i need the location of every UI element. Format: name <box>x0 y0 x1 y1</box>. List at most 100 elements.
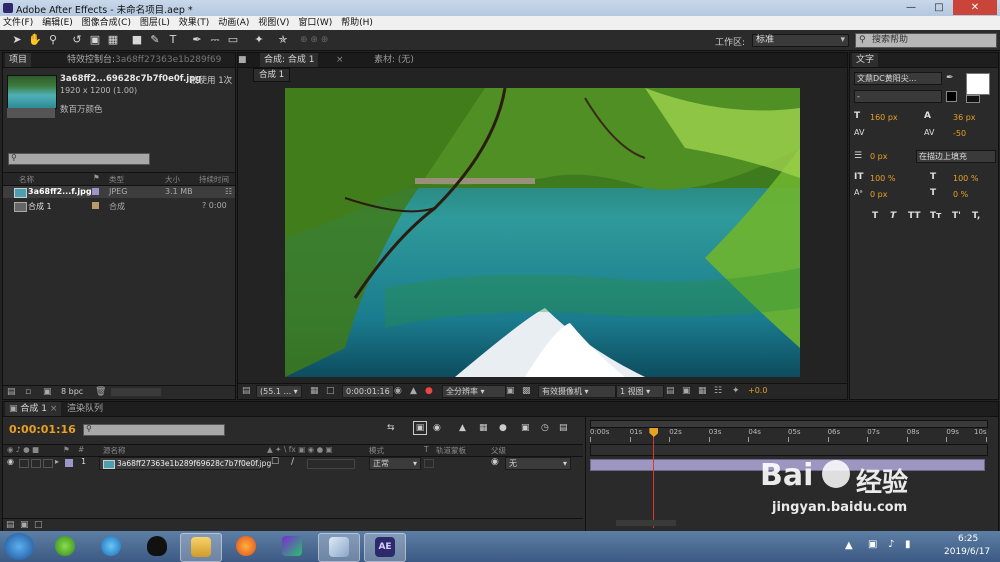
tracking-value[interactable]: -50 <box>953 129 966 138</box>
header-name[interactable]: 名称 <box>19 174 34 185</box>
preserve-transparency-toggle[interactable] <box>424 459 434 468</box>
resolution-select[interactable]: 全分辨率 ▾ <box>442 385 506 398</box>
zoom-tool-icon[interactable]: ⚲ <box>46 33 60 47</box>
vertical-scale-value[interactable]: 100 % <box>870 174 895 183</box>
camera-tool-icon[interactable]: ▣ <box>88 33 102 47</box>
battery-icon[interactable]: ▮ <box>905 539 911 550</box>
live-update-icon[interactable]: ▣ <box>413 421 427 435</box>
header-type[interactable]: 类型 <box>109 174 124 185</box>
search-help-input[interactable]: ⚲ 搜索帮助 <box>855 33 997 48</box>
lock-toggle[interactable] <box>43 459 53 468</box>
shy-switch-icon[interactable]: ☐ <box>271 457 279 467</box>
tab-character[interactable]: 文字 <box>852 53 879 67</box>
list-item[interactable]: 合成 1 合成 ? 0:00 <box>3 200 235 212</box>
font-style-select[interactable]: - <box>854 90 942 103</box>
font-family-select[interactable]: 文鼎DC黄阳尖... <box>854 72 942 85</box>
clock-time[interactable]: 6:25 <box>958 534 978 544</box>
flowchart-icon[interactable]: ☷ <box>714 386 722 396</box>
type-tool-icon[interactable]: T <box>166 33 180 47</box>
tray-up-arrow-icon[interactable]: ▲ <box>845 540 853 551</box>
rotate-tool-icon[interactable]: ↺ <box>70 33 84 47</box>
hand-tool-icon[interactable]: ✋ <box>28 33 42 47</box>
eraser-tool-icon[interactable]: ▭ <box>226 33 240 47</box>
parent-pick-whip-icon[interactable]: ◉ <box>491 457 499 467</box>
timeline-timecode[interactable]: 0:00:01:16 <box>9 423 76 436</box>
close-tab-icon[interactable]: × <box>50 404 58 414</box>
taskbar-app-after-effects[interactable]: AE <box>364 533 406 562</box>
current-time-display[interactable]: 0:00:01:16 <box>342 385 394 398</box>
minimize-button[interactable]: — <box>897 0 925 15</box>
new-folder-icon[interactable]: ▫ <box>25 387 31 397</box>
menu-edit[interactable]: 编辑(E) <box>39 16 76 30</box>
always-preview-icon[interactable]: ▤ <box>242 386 251 396</box>
lock-icon[interactable]: ■ <box>238 53 247 67</box>
fill-color-swatch[interactable] <box>966 73 990 95</box>
volume-icon[interactable]: ♪ <box>888 539 894 550</box>
exposure-icon[interactable]: ✦ <box>732 386 740 396</box>
close-tab-icon[interactable]: × <box>332 53 348 67</box>
toggle-in-out-icon[interactable]: □ <box>34 520 43 530</box>
exposure-value[interactable]: +0.0 <box>748 386 767 395</box>
header-duration[interactable]: 持续时间 <box>199 174 229 185</box>
faux-italic-button[interactable]: T <box>890 211 896 221</box>
interpret-footage-icon[interactable]: ▤ <box>7 387 16 397</box>
toggle-pixel-aspect-icon[interactable]: ▤ <box>666 386 675 396</box>
tab-project[interactable]: 项目 <box>5 53 32 67</box>
subscript-button[interactable]: T, <box>972 211 980 221</box>
roto-brush-tool-icon[interactable]: ✦ <box>252 33 266 47</box>
horizontal-scale-value[interactable]: 100 % <box>953 174 978 183</box>
leading-value[interactable]: 36 px <box>953 113 976 122</box>
transparency-grid-icon[interactable]: ▩ <box>522 386 531 396</box>
toggle-switches-icon[interactable]: ▤ <box>6 520 15 530</box>
menu-effect[interactable]: 效果(T) <box>176 16 213 30</box>
view-layout-select[interactable]: 1 视图 ▾ <box>616 385 664 398</box>
project-search-input[interactable]: ⚲ <box>8 153 150 165</box>
shy-layers-icon[interactable]: ▲ <box>459 423 466 433</box>
no-color-swatch[interactable] <box>966 95 980 103</box>
layer-switches[interactable] <box>307 459 355 469</box>
graph-editor-icon[interactable]: ▣ <box>521 423 530 433</box>
camera-select[interactable]: 有效摄像机 ▾ <box>538 385 616 398</box>
tab-render-queue[interactable]: 渲染队列 <box>63 402 107 416</box>
zoom-slider[interactable] <box>616 520 676 526</box>
font-size-value[interactable]: 160 px <box>870 113 898 122</box>
stroke-width-value[interactable]: 0 px <box>870 152 887 161</box>
taskbar-app-360-browser[interactable] <box>45 533 85 560</box>
all-caps-button[interactable]: TT <box>908 211 921 221</box>
timeline-icon[interactable]: ▦ <box>698 386 707 396</box>
work-area-bar[interactable] <box>590 420 988 428</box>
mode-header[interactable]: 模式 <box>369 445 384 456</box>
quality-switch-icon[interactable]: / <box>291 457 294 467</box>
source-name-header[interactable]: 源名称 <box>103 445 126 456</box>
show-snapshot-icon[interactable]: ▲ <box>410 386 417 396</box>
network-icon[interactable]: ▣ <box>868 539 877 550</box>
eye-icon[interactable]: ◉ <box>7 457 14 466</box>
menu-animation[interactable]: 动画(A) <box>215 16 252 30</box>
taskbar-app-qq[interactable] <box>137 533 177 560</box>
superscript-button[interactable]: T' <box>952 211 961 221</box>
comp-mini-flowchart-icon[interactable]: ⇆ <box>387 423 395 433</box>
playhead[interactable] <box>649 428 659 528</box>
timeline-search-input[interactable]: ⚲ <box>83 424 225 436</box>
taskbar-app-explorer[interactable] <box>91 533 131 560</box>
layer-name-field[interactable]: 3a68ff27363e1b289f69628c7b7f0e0f.jpg <box>99 457 271 470</box>
baseline-shift-value[interactable]: 0 px <box>870 190 887 199</box>
taskbar-app-firefox[interactable] <box>226 533 266 560</box>
mask-visibility-icon[interactable]: □ <box>326 386 335 396</box>
motion-blur-icon[interactable]: ● <box>499 423 507 433</box>
menu-window[interactable]: 窗口(W) <box>295 16 335 30</box>
rectangle-tool-icon[interactable]: ■ <box>130 33 144 47</box>
menu-file[interactable]: 文件(F) <box>0 16 36 30</box>
region-of-interest-icon[interactable]: ▣ <box>506 386 515 396</box>
tsume-value[interactable]: 0 % <box>953 190 968 199</box>
comp-breadcrumb[interactable]: 合成 1 <box>253 68 291 82</box>
table-row[interactable]: ◉ ▸ 1 3a68ff27363e1b289f69628c7b7f0e0f.j… <box>3 457 583 470</box>
camera-snapshot-icon[interactable]: ◉ <box>394 386 402 396</box>
stopwatch-icon[interactable]: ◷ <box>541 423 549 433</box>
layer-duration-bar[interactable] <box>590 459 985 471</box>
label-color-swatch[interactable] <box>92 202 99 209</box>
taskbar-app-files[interactable] <box>180 533 222 562</box>
pan-behind-tool-icon[interactable]: ▦ <box>106 33 120 47</box>
label-color-swatch[interactable] <box>92 188 99 195</box>
stroke-color-swatch[interactable] <box>946 91 957 102</box>
